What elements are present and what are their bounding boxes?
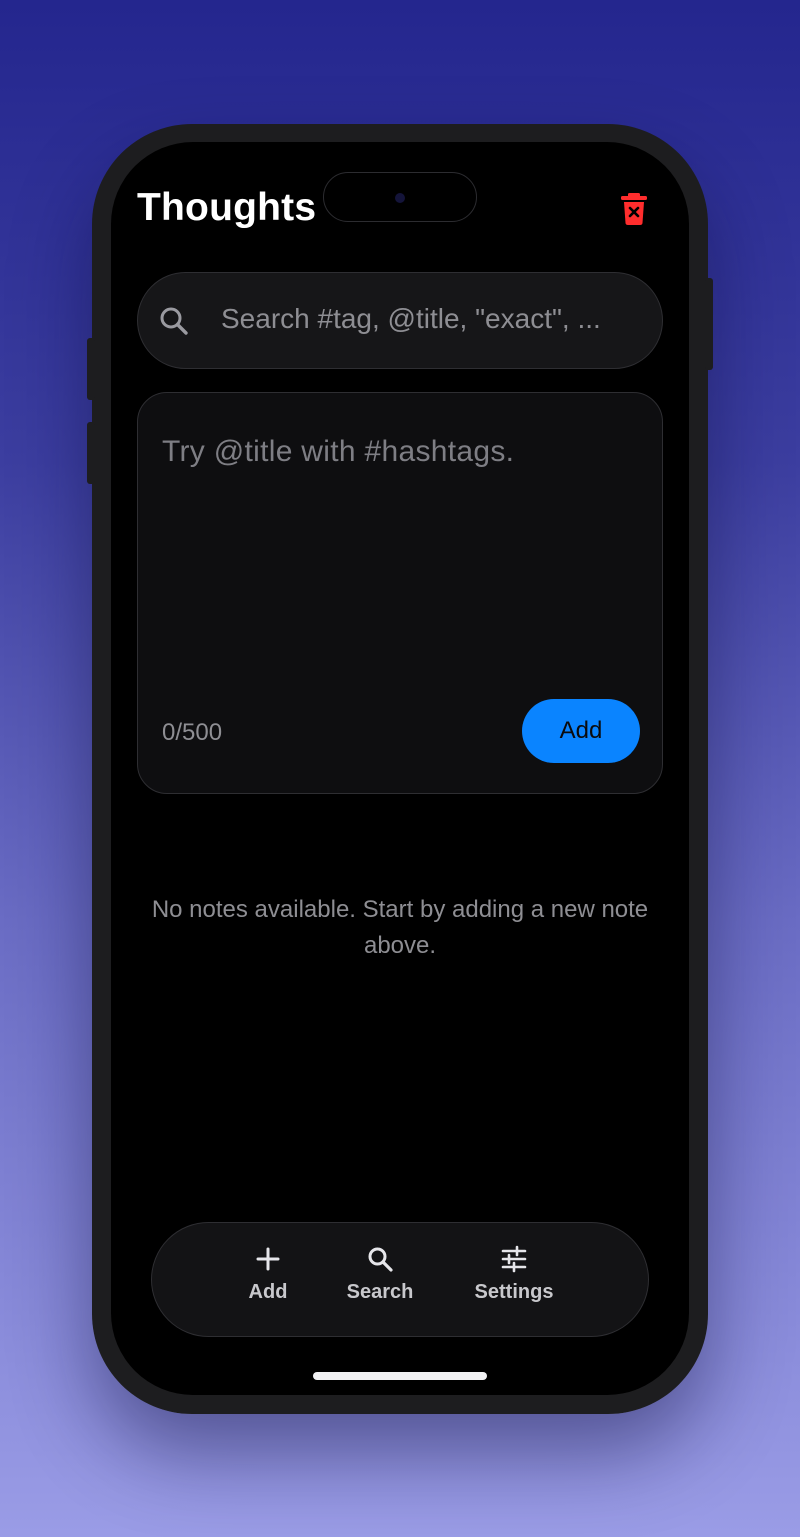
camera-icon (395, 193, 405, 203)
bottom-nav: Add Search Settings (151, 1222, 649, 1337)
search-icon (368, 1247, 393, 1272)
nav-label-add: Add (248, 1281, 288, 1303)
nav-item-search[interactable]: Search (332, 1245, 428, 1304)
trash-x-icon[interactable] (619, 192, 649, 226)
nav-item-settings[interactable]: Settings (462, 1245, 566, 1304)
plus-icon (256, 1247, 280, 1271)
nav-item-add[interactable]: Add (228, 1245, 308, 1304)
note-input[interactable]: Try @title with #hashtags. (162, 435, 514, 469)
nav-label-settings: Settings (474, 1281, 554, 1303)
search-input[interactable]: Search #tag, @title, "exact", ... (221, 303, 651, 335)
nav-label-search: Search (346, 1281, 414, 1303)
note-composer: Try @title with #hashtags. 0/500 Add (137, 392, 663, 794)
volume-up-button (87, 338, 95, 400)
search-icon (158, 305, 190, 337)
volume-down-button (87, 422, 95, 484)
add-note-button[interactable]: Add (522, 699, 640, 763)
empty-state-message: No notes available. Start by adding a ne… (151, 896, 649, 959)
app-screen: Thoughts Search #tag, @title, "exact", .… (111, 142, 689, 1395)
sliders-icon (501, 1245, 527, 1273)
search-bar[interactable]: Search #tag, @title, "exact", ... (137, 272, 663, 369)
character-counter: 0/500 (162, 719, 223, 746)
home-indicator (313, 1372, 487, 1380)
power-button (705, 278, 713, 370)
page-title: Thoughts (137, 186, 317, 229)
dynamic-island (323, 172, 477, 222)
